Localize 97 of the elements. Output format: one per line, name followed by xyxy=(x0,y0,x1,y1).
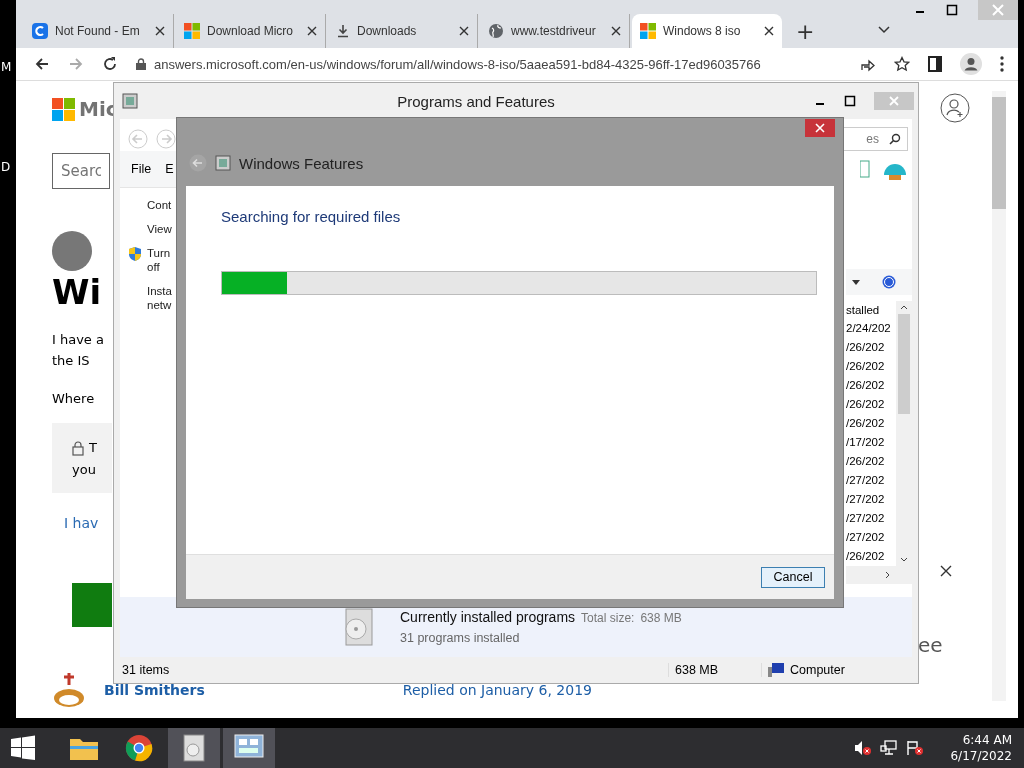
features-taskbar-button[interactable] xyxy=(223,728,275,768)
question-text: Where xyxy=(52,390,95,408)
download-icon xyxy=(336,24,350,38)
installer-box-icon xyxy=(182,733,206,763)
question-text: I have a xyxy=(52,331,104,349)
table-cell-text: /26/202 xyxy=(846,359,886,374)
author-name[interactable]: Bill Smithers xyxy=(104,682,205,698)
task-link[interactable]: Insta netw xyxy=(147,284,172,312)
new-tab-button[interactable]: + xyxy=(792,19,819,44)
shield-icon xyxy=(128,246,142,262)
four-squares-logo-icon xyxy=(52,97,75,121)
control-panel-icon xyxy=(215,155,231,171)
task-link[interactable]: Cont xyxy=(147,198,172,212)
close-icon[interactable] xyxy=(155,26,165,36)
table-cell-text: /26/202 xyxy=(846,397,886,412)
close-icon[interactable] xyxy=(940,565,952,577)
browser-tab[interactable]: Downloads xyxy=(328,14,478,48)
close-icon[interactable] xyxy=(805,119,835,137)
browser-tab[interactable]: Download Micro xyxy=(176,14,326,48)
control-panel-icon xyxy=(122,93,138,109)
notice-text: you xyxy=(72,461,97,479)
close-icon[interactable] xyxy=(764,26,774,36)
answer-link[interactable]: I hav xyxy=(52,515,99,531)
close-icon[interactable] xyxy=(611,26,621,36)
maximize-icon[interactable] xyxy=(946,4,958,16)
summary-title: Currently installed programs xyxy=(400,609,576,625)
windows-logo-icon[interactable] xyxy=(10,735,36,761)
flag-alert-icon[interactable] xyxy=(906,740,925,756)
reply-date: Replied on January 6, 2019 xyxy=(402,682,592,698)
scrollbar[interactable] xyxy=(992,91,1006,701)
four-squares-logo-icon xyxy=(184,23,200,39)
status-size: 638 MB xyxy=(668,663,761,677)
table-cell-text: /26/202 xyxy=(846,340,886,355)
reload-icon[interactable] xyxy=(102,56,118,72)
chevron-up-icon[interactable] xyxy=(900,305,908,310)
globe-icon xyxy=(488,23,504,39)
page-text: ee xyxy=(918,633,943,657)
address-bar[interactable]: answers.microsoft.com/en-us/windows/forum/all/windows-8-iso/5aaea591-bd84-4325-96ff-17ed96035766 xyxy=(136,54,842,74)
network-icon[interactable] xyxy=(880,740,899,756)
table-cell-text: /27/202 xyxy=(846,492,886,507)
question-title: Wi xyxy=(52,275,102,309)
menu-item[interactable]: E xyxy=(165,162,174,176)
task-link[interactable]: Turn off xyxy=(147,246,171,274)
chevron-down-icon[interactable] xyxy=(878,26,891,34)
search-icon xyxy=(889,133,901,145)
back-arrow-icon[interactable] xyxy=(34,56,50,72)
table-cell-text: /27/202 xyxy=(846,473,886,488)
table-cell-text: /26/202 xyxy=(846,416,886,431)
table-cell-text: /17/202 xyxy=(846,435,886,450)
chevron-right-icon[interactable] xyxy=(885,571,890,579)
cancel-button[interactable]: Cancel xyxy=(761,566,825,588)
c-logo-icon xyxy=(32,23,48,39)
star-icon[interactable] xyxy=(894,56,910,72)
close-icon[interactable] xyxy=(459,26,469,36)
add-person-icon[interactable] xyxy=(940,93,970,123)
chevron-down-icon[interactable] xyxy=(900,557,908,562)
status-message: Searching for required files xyxy=(221,208,402,225)
table-cell-text: /26/202 xyxy=(846,549,886,564)
browser-tab[interactable]: Not Found - Em xyxy=(24,14,174,48)
table-cell-text: 2/24/202 xyxy=(846,321,892,336)
more-menu-icon[interactable] xyxy=(1000,56,1004,72)
task-link[interactable]: View xyxy=(147,222,172,236)
total-size-value: 638 MB xyxy=(640,611,682,625)
maximize-icon[interactable] xyxy=(844,95,856,107)
programs-taskbar-button[interactable] xyxy=(168,728,220,768)
lock-icon xyxy=(136,58,146,70)
dropdown-caret-icon[interactable] xyxy=(852,279,860,285)
dialog-title: Windows Features xyxy=(239,154,364,172)
status-item-count: 31 items xyxy=(122,663,171,677)
table-cell-text: /27/202 xyxy=(846,530,886,545)
window-title: Programs and Features xyxy=(396,92,556,110)
notice-text: T xyxy=(89,439,97,457)
muted-speaker-icon[interactable] xyxy=(854,740,873,756)
close-icon[interactable] xyxy=(307,26,317,36)
clock-time[interactable]: 6:44 AM xyxy=(962,732,1012,748)
program-count: 31 programs installed xyxy=(400,631,521,645)
four-squares-logo-icon xyxy=(640,23,656,39)
browser-tab[interactable]: www.testdriveur xyxy=(480,14,630,48)
clock-date[interactable]: 6/17/2022 xyxy=(950,748,1012,764)
status-location: Computer xyxy=(790,663,845,677)
table-cell-text: /26/202 xyxy=(846,454,886,469)
avatar-placeholder xyxy=(52,231,92,271)
question-text: the IS xyxy=(52,352,91,370)
table-cell-text: /26/202 xyxy=(846,378,886,393)
computer-icon xyxy=(768,663,784,677)
help-icon[interactable] xyxy=(882,275,896,289)
lock-icon xyxy=(72,440,84,456)
profile-avatar-icon[interactable] xyxy=(960,53,982,75)
side-panel-icon[interactable] xyxy=(928,56,942,72)
table-cell-text: /27/202 xyxy=(846,511,886,526)
column-header[interactable]: stalled xyxy=(846,301,896,319)
desktop-icon-label: D xyxy=(1,160,11,174)
browser-tab[interactable]: Windows 8 iso xyxy=(632,14,782,48)
browser-logo-icon xyxy=(125,734,153,762)
desktop-icon-label: M xyxy=(1,60,12,74)
menu-item[interactable]: File xyxy=(131,162,152,176)
total-size-label: Total size: xyxy=(581,611,635,625)
